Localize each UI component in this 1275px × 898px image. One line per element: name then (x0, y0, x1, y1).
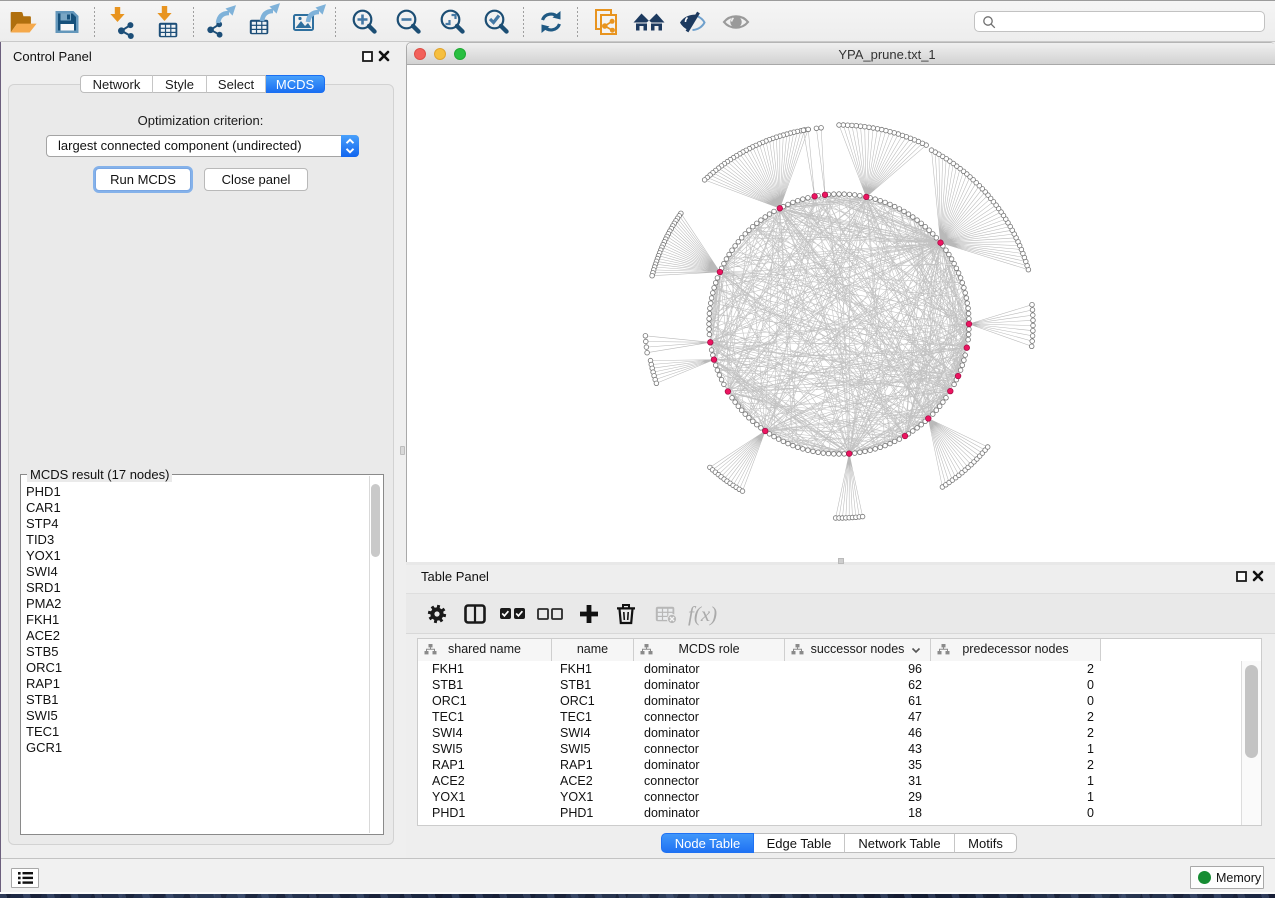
svg-text:f(x): f(x) (688, 602, 717, 626)
